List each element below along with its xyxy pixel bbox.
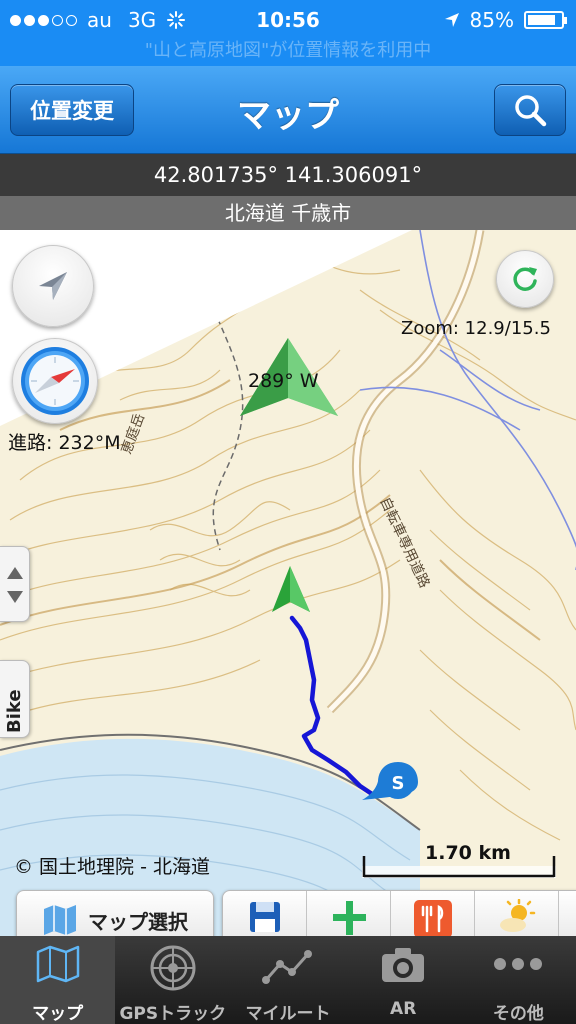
change-location-button[interactable]: 位置変更: [10, 84, 134, 136]
refresh-icon: [513, 267, 537, 291]
location-arrow-icon: [39, 272, 67, 300]
tab-more[interactable]: その他: [461, 936, 576, 1024]
weather-button[interactable]: [475, 891, 559, 936]
camera-icon: [382, 948, 425, 982]
refresh-button[interactable]: [496, 250, 554, 308]
map-icon: [36, 945, 79, 983]
map-icon: [44, 905, 76, 935]
locate-me-button[interactable]: [12, 245, 94, 327]
place-name: 北海道 千歳市: [0, 196, 576, 230]
add-icon: [332, 901, 366, 935]
up-down-icon: [7, 567, 23, 603]
tab-label: マイルート: [245, 1004, 331, 1024]
tab-label: AR: [390, 999, 417, 1019]
start-marker-label: S: [392, 773, 405, 794]
restaurant-icon: [413, 900, 452, 936]
restaurant-button[interactable]: [391, 891, 475, 936]
layer-toggle-tab[interactable]: [0, 546, 30, 622]
search-icon: [515, 95, 547, 127]
compass-icon: [21, 347, 89, 415]
battery-icon: [524, 11, 567, 29]
tab-my-route[interactable]: マイルート: [230, 936, 345, 1024]
map-view[interactable]: 恵庭岳 自転車専用道路 S Zoom: 12.9/15.5 289° W 進路:…: [0, 230, 576, 936]
bike-mode-label: Bike: [4, 689, 25, 733]
location-in-use-banner[interactable]: "山と高原地図"が位置情報を利用中: [0, 36, 576, 66]
map-select-button[interactable]: マップ選択: [16, 890, 214, 936]
coordinates-display: 42.801735° 141.306091°: [0, 154, 576, 196]
course-readout: 進路: 232°M: [8, 432, 121, 454]
search-button[interactable]: [494, 84, 566, 136]
route-icon: [261, 950, 312, 984]
tab-label: マップ: [32, 1004, 84, 1024]
tab-gps-track[interactable]: GPSトラック: [115, 936, 230, 1024]
tab-map[interactable]: マップ: [0, 936, 116, 1024]
heading-readout: 289° W: [248, 370, 319, 392]
location-arrow-icon: [444, 13, 459, 27]
scale-label: 1.70 km: [425, 842, 511, 864]
save-button[interactable]: [223, 891, 307, 936]
battery-percent: 85%: [469, 8, 514, 32]
tab-ar[interactable]: AR: [346, 936, 461, 1024]
tab-label: その他: [492, 1004, 544, 1024]
navigation-bar: 位置変更 マップ: [0, 66, 576, 154]
weather-icon: [499, 899, 535, 932]
tab-bar: マップ GPSトラック マイルート AR その他: [0, 936, 576, 1024]
compass-button[interactable]: [12, 338, 98, 424]
status-right: 85%: [444, 8, 567, 32]
more-icon: [494, 958, 543, 970]
map-copyright: © 国土地理院 - 北海道: [14, 856, 210, 878]
map-tools-group: [222, 890, 576, 936]
radar-icon: [150, 945, 196, 991]
tab-label: GPSトラック: [119, 1004, 227, 1024]
save-icon: [249, 902, 280, 932]
zoom-level: Zoom: 12.9/15.5: [401, 318, 551, 339]
bike-mode-tab[interactable]: Bike: [0, 660, 30, 738]
map-select-label: マップ選択: [88, 909, 188, 934]
add-point-button[interactable]: [307, 891, 391, 936]
status-bar: au 3G 10:56 85%: [0, 0, 576, 40]
